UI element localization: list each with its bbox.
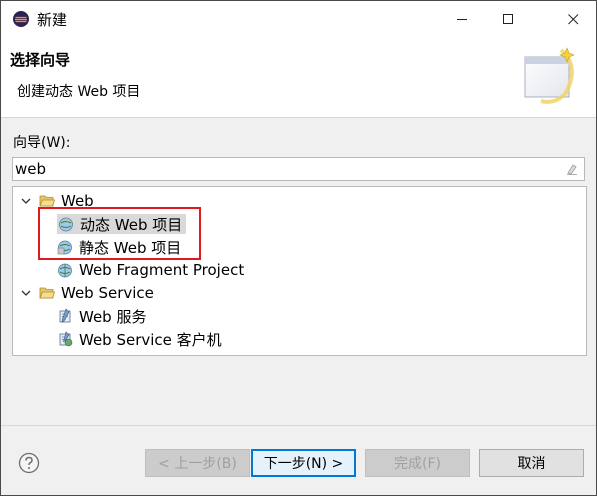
selection-highlight: 动态 Web 项目 bbox=[57, 214, 187, 234]
page-title: 选择向导 bbox=[10, 51, 71, 69]
minimize-button[interactable] bbox=[439, 1, 485, 37]
wizard-filter-input[interactable] bbox=[15, 159, 555, 179]
tree-group-label: Web bbox=[61, 192, 94, 210]
button-bar-separator bbox=[1, 425, 596, 426]
help-icon[interactable] bbox=[18, 452, 40, 474]
tree-item-static-web-project[interactable]: 静态 Web 项目 bbox=[57, 236, 183, 258]
tree-item-label: Web Service 客户机 bbox=[79, 330, 222, 349]
web-fragment-project-icon bbox=[58, 263, 72, 278]
page-description: 创建动态 Web 项目 bbox=[17, 84, 141, 100]
tree-item-web-service-client[interactable]: Web Service 客户机 bbox=[57, 328, 224, 350]
eclipse-app-icon bbox=[13, 11, 29, 27]
web-service-client-icon bbox=[59, 331, 73, 347]
new-wizard-banner-icon bbox=[524, 47, 575, 104]
folder-open-icon bbox=[39, 195, 55, 207]
tree-item-label: 动态 Web 项目 bbox=[80, 215, 183, 234]
wizard-filter-label: 向导(W): bbox=[13, 135, 71, 151]
tree-item-web-fragment-project[interactable]: Web Fragment Project bbox=[57, 259, 246, 281]
wizard-header: 选择向导 创建动态 Web 项目 bbox=[1, 37, 596, 118]
next-button[interactable]: 下一步(N) > bbox=[251, 449, 356, 477]
cancel-button[interactable]: 取消 bbox=[479, 449, 584, 477]
web-service-icon bbox=[59, 308, 71, 323]
new-wizard-dialog: 新建 选择向导 创建动态 Web 项目 向导(W): web Web 动态 We… bbox=[0, 0, 597, 496]
tree-item-label: 静态 Web 项目 bbox=[79, 238, 182, 257]
tree-item-dynamic-web-project[interactable]: 动态 Web 项目 bbox=[57, 213, 187, 235]
tree-item-label: Web Fragment Project bbox=[79, 261, 245, 279]
back-button[interactable]: < 上一步(B) bbox=[145, 449, 250, 477]
tree-group-web[interactable]: Web bbox=[19, 190, 96, 212]
tree-group-web-service[interactable]: Web Service bbox=[19, 282, 156, 304]
tree-item-label: Web 服务 bbox=[79, 307, 147, 326]
tree-item-web-service[interactable]: Web 服务 bbox=[57, 305, 148, 327]
maximize-button[interactable] bbox=[485, 1, 531, 37]
chevron-down-icon[interactable] bbox=[19, 194, 33, 208]
tree-group-label: Web Service bbox=[61, 284, 154, 302]
dynamic-web-project-icon bbox=[59, 217, 73, 232]
minimize-icon bbox=[456, 18, 467, 20]
folder-open-icon bbox=[39, 287, 55, 299]
static-web-project-icon bbox=[57, 240, 72, 255]
wizard-filter-field[interactable] bbox=[12, 157, 585, 181]
maximize-icon bbox=[502, 13, 513, 24]
close-icon bbox=[567, 13, 578, 24]
close-button[interactable] bbox=[550, 1, 596, 37]
chevron-down-icon[interactable] bbox=[19, 286, 33, 300]
wizard-tree[interactable]: Web 动态 Web 项目 静态 Web 项目 Web Fragment Pro… bbox=[12, 186, 587, 356]
clear-filter-icon[interactable] bbox=[566, 163, 578, 175]
window-title: 新建 bbox=[37, 11, 68, 29]
title-bar: 新建 bbox=[1, 1, 596, 37]
finish-button[interactable]: 完成(F) bbox=[365, 449, 470, 477]
